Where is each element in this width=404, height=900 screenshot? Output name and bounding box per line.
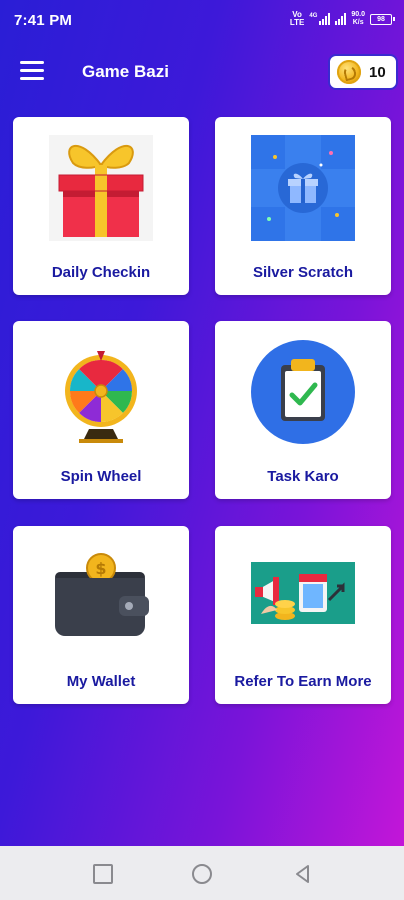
refer-earn-icon xyxy=(251,544,355,650)
recent-apps-button[interactable] xyxy=(92,863,114,885)
coin-icon xyxy=(337,60,361,84)
coin-balance-button[interactable]: 10 xyxy=(328,54,398,90)
daily-checkin-label: Daily Checkin xyxy=(51,264,151,281)
app-title: Game Bazi xyxy=(82,62,169,81)
battery-icon: 98 xyxy=(370,13,395,25)
status-icons: Vo LTE 4G 90.0 K/s 98 xyxy=(289,10,395,27)
app-screen: 7:41 PM Vo LTE 4G 90.0 K/s 98 Game Bazi … xyxy=(0,0,404,846)
volte-icon: Vo LTE xyxy=(289,10,305,27)
task-karo-label: Task Karo xyxy=(267,468,339,485)
coin-count: 10 xyxy=(369,63,386,81)
app-bar: Game Bazi 10 xyxy=(0,48,404,98)
wallet-icon: $ xyxy=(49,544,153,650)
my-wallet-card[interactable]: $ My Wallet xyxy=(13,526,189,704)
task-karo-card[interactable]: Task Karo xyxy=(215,321,391,499)
battery-level: 98 xyxy=(377,15,385,23)
refer-earn-label: Refer To Earn More xyxy=(234,673,372,690)
svg-text:$: $ xyxy=(95,559,106,578)
signal-icon-2 xyxy=(335,13,347,25)
system-nav-bar xyxy=(0,846,404,900)
home-button[interactable] xyxy=(191,863,213,885)
refer-earn-card[interactable]: Refer To Earn More xyxy=(215,526,391,704)
signal-icon: 4G xyxy=(309,13,331,25)
menu-icon[interactable] xyxy=(20,61,44,83)
scratch-gift-icon xyxy=(251,135,355,241)
gift-box-icon xyxy=(49,135,153,241)
daily-checkin-card[interactable]: Daily Checkin xyxy=(13,117,189,295)
clipboard-check-icon xyxy=(251,339,355,445)
my-wallet-label: My Wallet xyxy=(66,673,136,690)
silver-scratch-label: Silver Scratch xyxy=(252,264,354,281)
status-bar: 7:41 PM Vo LTE 4G 90.0 K/s 98 xyxy=(0,0,404,40)
silver-scratch-card[interactable]: Silver Scratch xyxy=(215,117,391,295)
spin-wheel-icon xyxy=(49,339,153,445)
spin-wheel-label: Spin Wheel xyxy=(60,468,142,485)
spin-wheel-card[interactable]: Spin Wheel xyxy=(13,321,189,499)
back-button[interactable] xyxy=(292,863,314,885)
status-time: 7:41 PM xyxy=(14,12,73,29)
network-speed: 90.0 K/s xyxy=(351,11,365,26)
